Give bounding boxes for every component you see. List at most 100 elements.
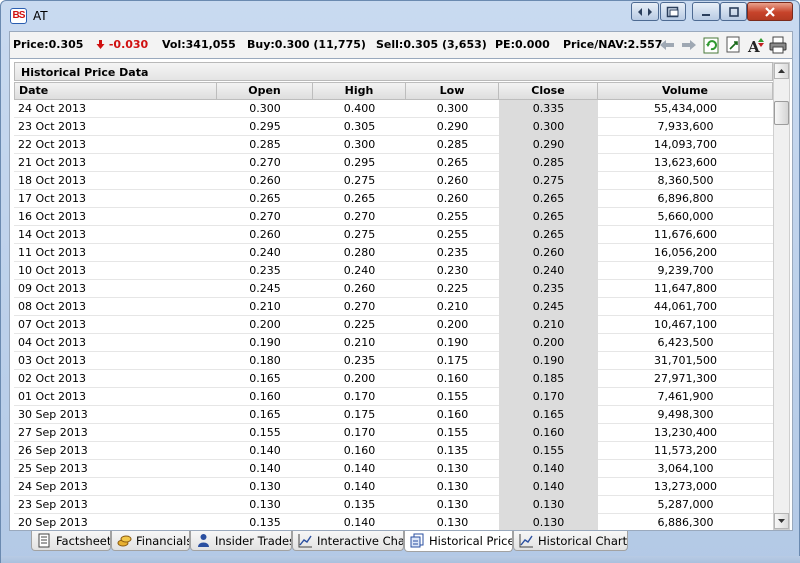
print-icon[interactable]	[769, 36, 787, 54]
cell-volume: 11,647,800	[654, 282, 717, 295]
table-row[interactable]: 04 Oct 2013 0.190 0.210 0.190 0.200 6,423,500	[14, 334, 773, 352]
cell-volume: 55,434,000	[654, 102, 717, 115]
tab-factsheet[interactable]: Factsheet	[31, 531, 111, 551]
cell-volume: 5,660,000	[657, 210, 714, 223]
minimize-button[interactable]	[692, 2, 720, 21]
column-header-low[interactable]: Low	[406, 82, 499, 100]
font-size-icon[interactable]: A	[747, 36, 765, 54]
table-row[interactable]: 27 Sep 2013 0.155 0.170 0.155 0.160 13,230,40…	[14, 424, 773, 442]
table-row[interactable]: 22 Oct 2013 0.285 0.300 0.285 0.290 14,093,70…	[14, 136, 773, 154]
detach-window-button[interactable]	[660, 2, 686, 21]
table-row[interactable]: 25 Sep 2013 0.140 0.140 0.130 0.140 3,064,100	[14, 460, 773, 478]
volume-value: Vol:341,055	[162, 38, 236, 51]
buy-value: Buy:0.300 (11,775)	[247, 38, 366, 51]
tab-insider-trades[interactable]: Insider Trades	[190, 531, 292, 551]
table-row[interactable]: 14 Oct 2013 0.260 0.275 0.255 0.265 11,676,60…	[14, 226, 773, 244]
refresh-icon[interactable]	[703, 36, 721, 54]
scroll-up-icon	[778, 69, 785, 73]
table-row[interactable]: 18 Oct 2013 0.260 0.275 0.260 0.275 8,360,500	[14, 172, 773, 190]
export-icon[interactable]	[725, 36, 743, 54]
scroll-up-button[interactable]	[774, 63, 789, 79]
cell-volume: 13,230,400	[654, 426, 717, 439]
table-row[interactable]: 02 Oct 2013 0.165 0.200 0.160 0.185 27,971,30…	[14, 370, 773, 388]
cell-close: 0.170	[499, 388, 598, 406]
maximize-button[interactable]	[720, 2, 747, 21]
table-row[interactable]: 01 Oct 2013 0.160 0.170 0.155 0.170 7,461,900	[14, 388, 773, 406]
table-row[interactable]: 17 Oct 2013 0.265 0.265 0.260 0.265 6,896,800	[14, 190, 773, 208]
scroll-down-button[interactable]	[774, 513, 789, 529]
cell-high: 0.400	[343, 102, 376, 115]
cell-high: 0.270	[343, 300, 376, 313]
table-row[interactable]: 07 Oct 2013 0.200 0.225 0.200 0.210 10,467,10…	[14, 316, 773, 334]
column-header-open[interactable]: Open	[217, 82, 313, 100]
line-chart-icon	[519, 534, 533, 548]
tab-historical-charts[interactable]: Historical Charts	[513, 531, 628, 551]
table-row[interactable]: 26 Sep 2013 0.140 0.160 0.135 0.155 11,573,20…	[14, 442, 773, 460]
cell-close: 0.165	[499, 406, 598, 424]
back-arrow-icon[interactable]	[658, 36, 676, 54]
cell-close: 0.265	[499, 226, 598, 244]
cell-date: 30 Sep 2013	[18, 408, 88, 421]
tab-financials[interactable]: Financials	[111, 531, 190, 551]
cell-high: 0.275	[343, 174, 376, 187]
cell-high: 0.175	[343, 408, 376, 421]
cell-low: 0.130	[436, 498, 469, 511]
panel-header: Historical Price Data	[14, 62, 773, 81]
cell-high: 0.160	[343, 444, 376, 457]
table-row[interactable]: 30 Sep 2013 0.165 0.175 0.160 0.165 9,498,300	[14, 406, 773, 424]
cell-low: 0.265	[436, 156, 469, 169]
close-button[interactable]	[747, 2, 793, 21]
cell-date: 01 Oct 2013	[18, 390, 87, 403]
table-row[interactable]: 20 Sep 2013 0.135 0.140 0.130 0.130 6,886,300	[14, 514, 773, 530]
column-header-volume[interactable]: Volume	[598, 82, 773, 100]
cell-low: 0.155	[436, 426, 469, 439]
cell-high: 0.295	[343, 156, 376, 169]
cell-close: 0.290	[499, 136, 598, 154]
tab-strip: Factsheet Financials Insider Trades Inte…	[9, 531, 793, 556]
cell-low: 0.200	[436, 318, 469, 331]
tab-historical-price[interactable]: Historical Price	[404, 531, 513, 552]
cell-close: 0.245	[499, 298, 598, 316]
table-row[interactable]: 24 Oct 2013 0.300 0.400 0.300 0.335 55,434,00…	[14, 100, 773, 118]
app-logo-icon: BS	[10, 8, 27, 24]
vertical-scrollbar[interactable]	[773, 62, 790, 530]
cell-date: 23 Oct 2013	[18, 120, 87, 133]
line-chart-icon	[298, 534, 312, 548]
table-row[interactable]: 23 Oct 2013 0.295 0.305 0.290 0.300 7,933,600	[14, 118, 773, 136]
forward-arrow-icon[interactable]	[680, 36, 698, 54]
cell-open: 0.130	[249, 480, 281, 493]
cell-low: 0.210	[436, 300, 469, 313]
table-row[interactable]: 23 Sep 2013 0.130 0.135 0.130 0.130 5,287,000	[14, 496, 773, 514]
tab-label: Financials	[136, 534, 190, 548]
cell-open: 0.285	[249, 138, 281, 151]
table-row[interactable]: 10 Oct 2013 0.235 0.240 0.230 0.240 9,239,700	[14, 262, 773, 280]
cell-date: 16 Oct 2013	[18, 210, 87, 223]
cell-volume: 16,056,200	[654, 246, 717, 259]
table-row[interactable]: 21 Oct 2013 0.270 0.295 0.265 0.285 13,623,60…	[14, 154, 773, 172]
cell-high: 0.305	[343, 120, 376, 133]
cell-open: 0.270	[249, 156, 281, 169]
sell-value: Sell:0.305 (3,653)	[376, 38, 487, 51]
column-header-date[interactable]: Date	[14, 82, 217, 100]
cell-low: 0.160	[436, 408, 469, 421]
cell-low: 0.175	[436, 354, 469, 367]
cell-date: 22 Oct 2013	[18, 138, 87, 151]
person-icon	[198, 534, 209, 547]
cell-low: 0.130	[436, 516, 469, 529]
cell-open: 0.260	[249, 174, 281, 187]
table-row[interactable]: 08 Oct 2013 0.210 0.270 0.210 0.245 44,061,70…	[14, 298, 773, 316]
cell-close: 0.185	[499, 370, 598, 388]
column-header-close[interactable]: Close	[499, 82, 598, 100]
cell-open: 0.200	[249, 318, 281, 331]
title-bar[interactable]: BS AT	[1, 1, 799, 31]
table-row[interactable]: 03 Oct 2013 0.180 0.235 0.175 0.190 31,701,50…	[14, 352, 773, 370]
table-row[interactable]: 16 Oct 2013 0.270 0.270 0.255 0.265 5,660,000	[14, 208, 773, 226]
cell-open: 0.260	[249, 228, 281, 241]
table-row[interactable]: 09 Oct 2013 0.245 0.260 0.225 0.235 11,647,80…	[14, 280, 773, 298]
table-row[interactable]: 11 Oct 2013 0.240 0.280 0.235 0.260 16,056,20…	[14, 244, 773, 262]
table-row[interactable]: 24 Sep 2013 0.130 0.140 0.130 0.140 13,273,00…	[14, 478, 773, 496]
scroll-thumb[interactable]	[774, 101, 789, 125]
column-header-high[interactable]: High	[313, 82, 406, 100]
tab-interactive-chart[interactable]: Interactive Chart	[292, 531, 404, 551]
restore-layout-button[interactable]	[631, 2, 659, 21]
